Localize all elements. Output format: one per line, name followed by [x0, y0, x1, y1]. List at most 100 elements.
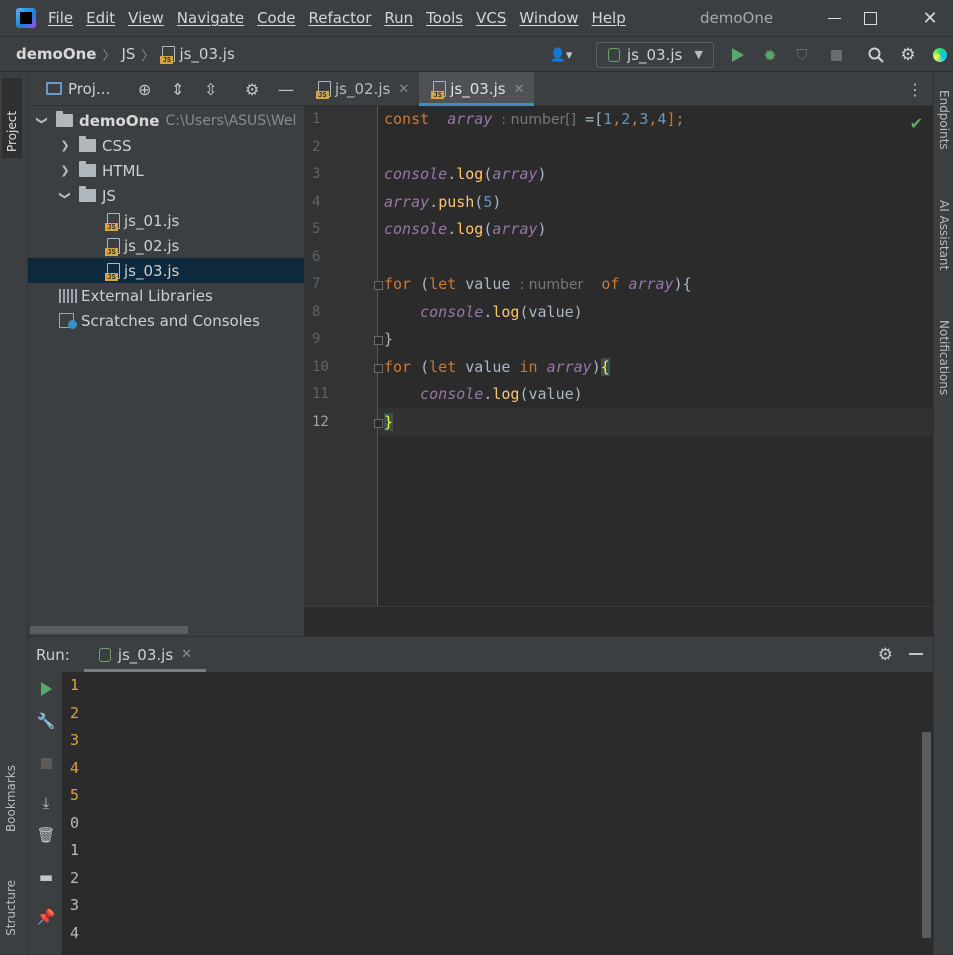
console-output[interactable]: 1 2 3 4 5 0 1 2 3 4 — [70, 672, 917, 947]
toolbox-button[interactable] — [930, 45, 950, 65]
tab-js-02[interactable]: js_02.js ✕ — [304, 72, 419, 106]
fold-marker[interactable] — [374, 281, 383, 290]
tree-item-demoone[interactable]: ❯ demoOne C:\Users\ASUS\Wel — [28, 108, 304, 133]
tree-item-label: HTML — [102, 161, 144, 180]
tree-item-scratches[interactable]: Scratches and Consoles — [28, 308, 304, 333]
search-everywhere-button[interactable] — [866, 45, 886, 65]
project-path: C:\Users\ASUS\Wel — [165, 112, 297, 129]
close-icon[interactable]: ✕ — [398, 82, 409, 97]
close-window-button[interactable]: ✕ — [906, 0, 953, 36]
run-with-coverage-button[interactable]: ⛉ — [792, 45, 812, 65]
tree-item-js[interactable]: ❯ JS — [28, 183, 304, 208]
js-file-icon — [431, 81, 447, 99]
menu-edit[interactable]: Edit — [86, 9, 115, 27]
code-token: in — [519, 358, 538, 376]
breadcrumb-folder[interactable]: JS — [121, 45, 135, 63]
menu-refactor[interactable]: Refactor — [308, 9, 371, 27]
code-line-7: for (let value : number of array){ — [384, 275, 692, 293]
breadcrumb-file[interactable]: js_03.js — [179, 45, 234, 63]
chevron-right-icon[interactable]: ❯ — [59, 164, 71, 177]
no-problems-check-icon[interactable]: ✔ — [910, 114, 923, 133]
expand-all-button[interactable]: ⇕ — [171, 80, 184, 99]
project-panel-title[interactable]: Proj... — [68, 80, 110, 98]
tree-item-external-libraries[interactable]: External Libraries — [28, 283, 304, 308]
close-icon[interactable]: ✕ — [181, 647, 192, 662]
left-tool-strip: Project Bookmarks Structure — [0, 72, 28, 955]
code-line-3: console.log(array) — [384, 165, 547, 183]
gear-icon: ⚙ — [900, 45, 916, 65]
run-configuration-select[interactable]: js_03.js ▼ — [596, 42, 714, 68]
line-number: 5 — [312, 221, 321, 237]
tree-item-css[interactable]: ❯ CSS — [28, 133, 304, 158]
layout-icon[interactable]: ▬ — [37, 868, 55, 886]
fold-marker[interactable] — [374, 419, 383, 428]
js-file-icon — [160, 46, 176, 64]
line-number-current: 12 — [312, 414, 329, 430]
settings-button[interactable]: ⚙ — [898, 45, 918, 65]
code-token: console — [420, 385, 484, 403]
chevron-right-icon[interactable]: ❯ — [59, 139, 71, 152]
tree-item-js-02[interactable]: js_02.js — [28, 233, 304, 258]
tool-tab-notifications[interactable]: Notifications — [937, 320, 951, 395]
menu-vcs[interactable]: VCS — [476, 9, 506, 27]
breadcrumb-separator: 〉 — [102, 48, 116, 64]
collapse-all-button[interactable]: ⇳ — [204, 80, 217, 99]
console-line: 0 — [70, 813, 80, 832]
rerun-button[interactable] — [37, 680, 55, 698]
hide-panel-button[interactable]: — — [278, 80, 294, 99]
chevron-down-icon[interactable]: ❯ — [36, 115, 49, 127]
menu-window[interactable]: Window — [519, 9, 578, 27]
menu-tools[interactable]: Tools — [426, 9, 463, 27]
more-tabs-icon[interactable]: ⋮ — [907, 80, 923, 99]
fold-marker[interactable] — [374, 336, 383, 345]
tree-item-label: js_03.js — [124, 261, 180, 280]
minimize-icon[interactable] — [909, 653, 923, 655]
chevron-down-icon[interactable]: ❯ — [59, 190, 72, 202]
tree-item-js-03[interactable]: js_03.js — [28, 258, 304, 283]
run-toolbar: 🔧 ⤓ 🗑 ▬ 📌 — [28, 672, 62, 955]
horizontal-scrollbar[interactable] — [30, 626, 188, 634]
menu-navigate[interactable]: Navigate — [177, 9, 244, 27]
maximize-window-button[interactable] — [846, 0, 894, 36]
scroll-to-end-icon[interactable]: ⤓ — [37, 794, 55, 812]
project-options-button[interactable]: ⚙ — [245, 80, 259, 99]
tree-item-js-01[interactable]: js_01.js — [28, 208, 304, 233]
stop-button[interactable] — [826, 45, 846, 65]
tool-tab-endpoints[interactable]: Endpoints — [937, 90, 951, 150]
menu-help[interactable]: Help — [592, 9, 626, 27]
tool-tab-project[interactable]: Project — [2, 78, 22, 158]
tree-item-label: CSS — [102, 136, 132, 155]
close-icon[interactable]: ✕ — [514, 82, 525, 97]
code-token: 5 — [483, 193, 493, 211]
tool-tab-bookmarks[interactable]: Bookmarks — [4, 765, 18, 832]
locate-file-button[interactable]: ⊕ — [138, 80, 151, 99]
tab-js-03[interactable]: js_03.js ✕ — [419, 72, 535, 106]
fold-marker[interactable] — [374, 364, 383, 373]
pin-icon[interactable]: 📌 — [37, 908, 56, 926]
tool-tab-ai-assistant[interactable]: AI Assistant — [937, 200, 951, 270]
account-button[interactable]: 👤▾ — [545, 45, 577, 65]
menu-view[interactable]: View — [128, 9, 164, 27]
menu-run[interactable]: Run — [384, 9, 413, 27]
breadcrumb-project[interactable]: demoOne — [16, 45, 96, 63]
menu-code[interactable]: Code — [257, 9, 295, 27]
line-number: 10 — [312, 359, 329, 375]
tool-tab-structure[interactable]: Structure — [4, 880, 18, 936]
tree-item-html[interactable]: ❯ HTML — [28, 158, 304, 183]
code-line-12: } — [384, 409, 394, 436]
code-editor[interactable]: 1 2 3 4 5 6 7 8 9 10 11 12 const array :… — [304, 106, 933, 606]
folder-icon — [56, 111, 73, 127]
wrench-icon[interactable]: 🔧 — [37, 712, 56, 730]
nodejs-icon — [607, 47, 621, 63]
run-tab-js-03[interactable]: js_03.js ✕ — [83, 637, 207, 672]
gear-icon[interactable]: ⚙ — [878, 645, 893, 665]
run-button[interactable] — [728, 45, 748, 65]
trash-icon[interactable]: 🗑 — [36, 826, 55, 844]
chevron-down-icon: ▼ — [694, 48, 703, 61]
menu-file[interactable]: File — [48, 9, 73, 27]
stop-button[interactable] — [37, 754, 55, 772]
js-file-icon — [105, 262, 121, 281]
code-token: for — [384, 275, 412, 293]
debug-button[interactable]: ✹ — [760, 45, 780, 65]
vertical-scrollbar[interactable] — [922, 732, 931, 938]
